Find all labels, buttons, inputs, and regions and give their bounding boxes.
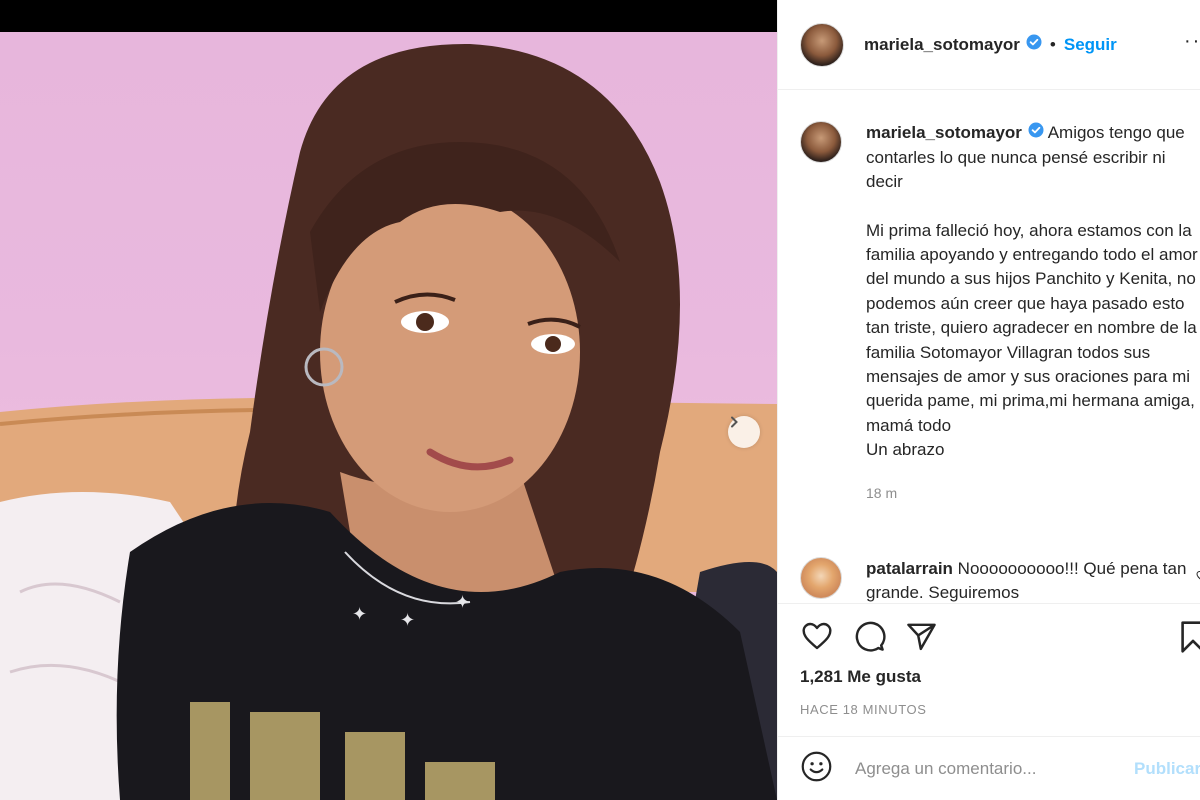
svg-text:✦: ✦ [352, 604, 367, 625]
add-comment-bar: Publicar [778, 736, 1200, 800]
author-avatar[interactable] [800, 22, 844, 67]
post-actions: 1,281 Me gusta HACE 18 MINUTOS [778, 603, 1200, 753]
svg-text:✦: ✦ [455, 592, 470, 613]
caption-author-avatar[interactable] [800, 121, 842, 163]
emoji-icon[interactable] [800, 750, 833, 788]
post-timestamp[interactable]: HACE 18 MINUTOS [800, 702, 927, 717]
heart-icon[interactable] [800, 620, 834, 658]
commenter-username[interactable]: patalarrain [866, 559, 953, 578]
verified-badge-icon [1026, 34, 1042, 55]
publish-button[interactable]: Publicar [1134, 759, 1200, 779]
likes-count[interactable]: 1,281 Me gusta [800, 667, 921, 687]
caption-body-text: Mi prima falleció hoy, ahora estamos con… [866, 220, 1198, 460]
carousel-next-button[interactable] [728, 416, 760, 448]
header-separator: • [1049, 34, 1056, 54]
post-media: ✦ ✦ ✦ [0, 0, 777, 800]
bookmark-icon[interactable] [1180, 620, 1200, 659]
comment-like-heart-icon[interactable] [1196, 569, 1200, 587]
svg-text:✦: ✦ [400, 610, 415, 631]
post-photo[interactable]: ✦ ✦ ✦ [0, 32, 777, 800]
comment-item: patalarrain Noooooooooo!!! Qué pena tan … [800, 557, 1200, 603]
media-top-bar [0, 0, 777, 32]
follow-button[interactable]: Seguir [1064, 35, 1117, 55]
selfie-illustration: ✦ ✦ ✦ [0, 43, 777, 800]
post-details-panel: mariela_sotomayor • Seguir ··· mariela_s… [777, 0, 1200, 800]
author-username[interactable]: mariela_sotomayor [864, 35, 1020, 55]
commenter-avatar[interactable] [800, 557, 842, 599]
caption-username[interactable]: mariela_sotomayor [866, 123, 1022, 142]
verified-badge-icon [1028, 121, 1044, 145]
caption-timestamp[interactable]: 18 m [866, 481, 1200, 505]
post-header: mariela_sotomayor • Seguir ··· [778, 0, 1200, 90]
comment-input[interactable] [855, 758, 1125, 779]
comment-icon[interactable] [853, 620, 886, 658]
more-options-button[interactable]: ··· [1184, 30, 1200, 53]
post-caption: mariela_sotomayor Amigos tengo que conta… [800, 121, 1200, 505]
comments-list[interactable]: mariela_sotomayor Amigos tengo que conta… [778, 91, 1200, 603]
share-icon[interactable] [905, 620, 938, 658]
